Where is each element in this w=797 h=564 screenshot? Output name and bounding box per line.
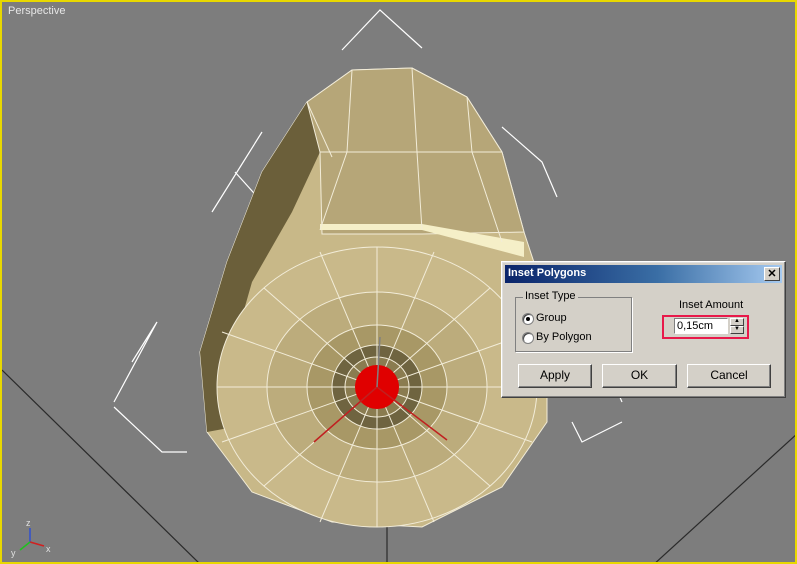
radio-group-label: Group xyxy=(536,312,567,324)
dialog-titlebar[interactable]: Inset Polygons ✕ xyxy=(505,265,782,283)
close-button[interactable]: ✕ xyxy=(764,267,780,281)
spinner-up-button[interactable]: ▲ xyxy=(730,318,744,326)
spinner-down-button[interactable]: ▼ xyxy=(730,326,744,334)
cylinder-mesh[interactable] xyxy=(199,67,548,528)
ok-button[interactable]: OK xyxy=(602,364,677,388)
apply-button[interactable]: Apply xyxy=(518,364,592,388)
inset-amount-label: Inset Amount xyxy=(679,299,744,311)
inset-type-legend: Inset Type xyxy=(523,290,578,302)
radio-by-polygon-button[interactable] xyxy=(522,332,534,344)
axis-label-y: y xyxy=(11,548,16,558)
radio-by-polygon[interactable]: By Polygon xyxy=(522,331,592,344)
axis-label-z: z xyxy=(26,518,31,528)
inset-type-group: Inset Type Group By Polygon xyxy=(515,290,632,352)
inset-amount-input[interactable] xyxy=(674,318,728,334)
cancel-button[interactable]: Cancel xyxy=(687,364,771,388)
inset-amount-spinner[interactable]: ▲ ▼ xyxy=(730,318,744,334)
axis-tripod: z x y xyxy=(11,518,51,558)
radio-by-polygon-label: By Polygon xyxy=(536,331,592,343)
spinner-down-icon: ▼ xyxy=(734,326,740,332)
spinner-up-icon: ▲ xyxy=(734,318,740,324)
inset-polygons-dialog: Inset Polygons ✕ Inset Type Group By Pol… xyxy=(501,261,786,398)
axis-label-x: x xyxy=(46,544,51,554)
dialog-title: Inset Polygons xyxy=(508,267,587,279)
radio-group[interactable]: Group xyxy=(522,312,567,325)
close-icon: ✕ xyxy=(767,268,777,280)
radio-group-button[interactable] xyxy=(522,313,534,325)
